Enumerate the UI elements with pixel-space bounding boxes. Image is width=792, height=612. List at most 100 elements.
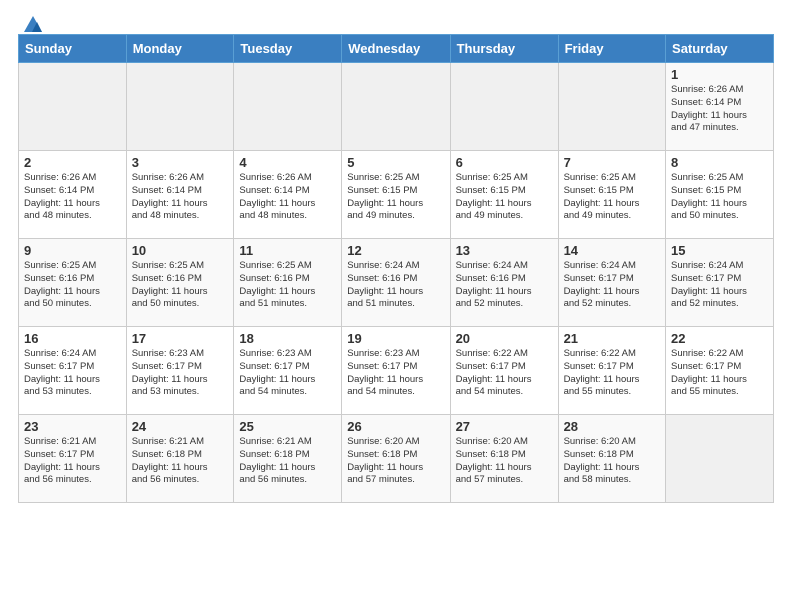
calendar-cell: 21 Sunrise: 6:22 AM Sunset: 6:17 PM Dayli… — [558, 327, 665, 415]
calendar-cell: 3Sunrise: 6:26 AM Sunset: 6:14 PM Daylig… — [126, 151, 234, 239]
day-info: Sunrise: 6:25 AM Sunset: 6:15 PM Dayligh… — [456, 172, 553, 223]
day-number: 15 — [671, 243, 768, 258]
calendar-cell: 8Sunrise: 6:25 AM Sunset: 6:15 PM Daylig… — [666, 151, 774, 239]
calendar-week-2: 9 Sunrise: 6:25 AM Sunset: 6:16 PM Daylig… — [19, 239, 774, 327]
day-info: Sunrise: 6:25 AM Sunset: 6:16 PM Dayligh… — [132, 260, 229, 311]
calendar-cell: 4 Sunrise: 6:26 AM Sunset: 6:14 PM Daylig… — [234, 151, 342, 239]
day-info: Sunrise: 6:25 AM Sunset: 6:16 PM Dayligh… — [24, 260, 121, 311]
calendar-cell — [666, 415, 774, 503]
day-info: Sunrise: 6:24 AM Sunset: 6:17 PM Dayligh… — [24, 348, 121, 399]
day-number: 3 — [132, 155, 229, 170]
day-info: Sunrise: 6:21 AM Sunset: 6:18 PM Dayligh… — [132, 436, 229, 487]
calendar-cell: 6 Sunrise: 6:25 AM Sunset: 6:15 PM Daylig… — [450, 151, 558, 239]
day-info: Sunrise: 6:25 AM Sunset: 6:15 PM Dayligh… — [671, 172, 768, 223]
day-number: 24 — [132, 419, 229, 434]
day-info: Sunrise: 6:23 AM Sunset: 6:17 PM Dayligh… — [239, 348, 336, 399]
calendar-cell: 23 Sunrise: 6:21 AM Sunset: 6:17 PM Dayli… — [19, 415, 127, 503]
calendar-cell — [126, 63, 234, 151]
day-info: Sunrise: 6:26 AM Sunset: 6:14 PM Dayligh… — [239, 172, 336, 223]
day-number: 16 — [24, 331, 121, 346]
calendar-cell — [19, 63, 127, 151]
day-number: 18 — [239, 331, 336, 346]
calendar-cell: 20 Sunrise: 6:22 AM Sunset: 6:17 PM Dayli… — [450, 327, 558, 415]
day-number: 4 — [239, 155, 336, 170]
day-info: Sunrise: 6:20 AM Sunset: 6:18 PM Dayligh… — [456, 436, 553, 487]
header — [0, 0, 792, 34]
day-info: Sunrise: 6:24 AM Sunset: 6:17 PM Dayligh… — [564, 260, 660, 311]
day-number: 9 — [24, 243, 121, 258]
day-number: 1 — [671, 67, 768, 82]
weekday-header-monday: Monday — [126, 35, 234, 63]
day-info: Sunrise: 6:22 AM Sunset: 6:17 PM Dayligh… — [564, 348, 660, 399]
day-info: Sunrise: 6:21 AM Sunset: 6:18 PM Dayligh… — [239, 436, 336, 487]
day-number: 14 — [564, 243, 660, 258]
calendar-cell: 10 Sunrise: 6:25 AM Sunset: 6:16 PM Dayli… — [126, 239, 234, 327]
calendar-cell: 28 Sunrise: 6:20 AM Sunset: 6:18 PM Dayli… — [558, 415, 665, 503]
day-info: Sunrise: 6:24 AM Sunset: 6:16 PM Dayligh… — [456, 260, 553, 311]
calendar-body: 1 Sunrise: 6:26 AM Sunset: 6:14 PM Daylig… — [19, 63, 774, 503]
calendar-cell: 15 Sunrise: 6:24 AM Sunset: 6:17 PM Dayli… — [666, 239, 774, 327]
day-info: Sunrise: 6:21 AM Sunset: 6:17 PM Dayligh… — [24, 436, 121, 487]
calendar-cell: 22 Sunrise: 6:22 AM Sunset: 6:17 PM Dayli… — [666, 327, 774, 415]
calendar-cell — [450, 63, 558, 151]
calendar-cell: 24 Sunrise: 6:21 AM Sunset: 6:18 PM Dayli… — [126, 415, 234, 503]
day-number: 28 — [564, 419, 660, 434]
day-info: Sunrise: 6:22 AM Sunset: 6:17 PM Dayligh… — [456, 348, 553, 399]
day-number: 23 — [24, 419, 121, 434]
day-number: 13 — [456, 243, 553, 258]
calendar-week-4: 23 Sunrise: 6:21 AM Sunset: 6:17 PM Dayli… — [19, 415, 774, 503]
calendar-cell — [342, 63, 450, 151]
day-info: Sunrise: 6:20 AM Sunset: 6:18 PM Dayligh… — [564, 436, 660, 487]
calendar-cell: 1 Sunrise: 6:26 AM Sunset: 6:14 PM Daylig… — [666, 63, 774, 151]
calendar-cell — [234, 63, 342, 151]
day-info: Sunrise: 6:23 AM Sunset: 6:17 PM Dayligh… — [132, 348, 229, 399]
calendar-cell: 11 Sunrise: 6:25 AM Sunset: 6:16 PM Dayli… — [234, 239, 342, 327]
weekday-header-tuesday: Tuesday — [234, 35, 342, 63]
day-number: 20 — [456, 331, 553, 346]
day-number: 2 — [24, 155, 121, 170]
day-info: Sunrise: 6:26 AM Sunset: 6:14 PM Dayligh… — [671, 84, 768, 135]
calendar-cell: 25Sunrise: 6:21 AM Sunset: 6:18 PM Dayli… — [234, 415, 342, 503]
logo-icon — [22, 14, 44, 36]
day-number: 27 — [456, 419, 553, 434]
day-number: 21 — [564, 331, 660, 346]
weekday-header-friday: Friday — [558, 35, 665, 63]
calendar-cell: 18 Sunrise: 6:23 AM Sunset: 6:17 PM Dayli… — [234, 327, 342, 415]
calendar-week-0: 1 Sunrise: 6:26 AM Sunset: 6:14 PM Daylig… — [19, 63, 774, 151]
calendar-cell: 17Sunrise: 6:23 AM Sunset: 6:17 PM Dayli… — [126, 327, 234, 415]
calendar-cell: 12 Sunrise: 6:24 AM Sunset: 6:16 PM Dayli… — [342, 239, 450, 327]
day-number: 10 — [132, 243, 229, 258]
calendar-cell: 16 Sunrise: 6:24 AM Sunset: 6:17 PM Dayli… — [19, 327, 127, 415]
page: SundayMondayTuesdayWednesdayThursdayFrid… — [0, 0, 792, 612]
calendar-cell — [558, 63, 665, 151]
day-number: 7 — [564, 155, 660, 170]
day-number: 26 — [347, 419, 444, 434]
day-info: Sunrise: 6:25 AM Sunset: 6:15 PM Dayligh… — [564, 172, 660, 223]
day-info: Sunrise: 6:24 AM Sunset: 6:16 PM Dayligh… — [347, 260, 444, 311]
calendar-cell: 9 Sunrise: 6:25 AM Sunset: 6:16 PM Daylig… — [19, 239, 127, 327]
calendar-cell: 26 Sunrise: 6:20 AM Sunset: 6:18 PM Dayli… — [342, 415, 450, 503]
day-info: Sunrise: 6:20 AM Sunset: 6:18 PM Dayligh… — [347, 436, 444, 487]
day-info: Sunrise: 6:24 AM Sunset: 6:17 PM Dayligh… — [671, 260, 768, 311]
calendar-week-3: 16 Sunrise: 6:24 AM Sunset: 6:17 PM Dayli… — [19, 327, 774, 415]
calendar-table: SundayMondayTuesdayWednesdayThursdayFrid… — [18, 34, 774, 503]
calendar-cell: 27 Sunrise: 6:20 AM Sunset: 6:18 PM Dayli… — [450, 415, 558, 503]
day-number: 12 — [347, 243, 444, 258]
weekday-header-wednesday: Wednesday — [342, 35, 450, 63]
day-number: 6 — [456, 155, 553, 170]
calendar-cell: 14 Sunrise: 6:24 AM Sunset: 6:17 PM Dayli… — [558, 239, 665, 327]
weekday-header-sunday: Sunday — [19, 35, 127, 63]
day-number: 11 — [239, 243, 336, 258]
day-number: 19 — [347, 331, 444, 346]
day-info: Sunrise: 6:22 AM Sunset: 6:17 PM Dayligh… — [671, 348, 768, 399]
day-info: Sunrise: 6:25 AM Sunset: 6:15 PM Dayligh… — [347, 172, 444, 223]
calendar-cell: 5 Sunrise: 6:25 AM Sunset: 6:15 PM Daylig… — [342, 151, 450, 239]
day-info: Sunrise: 6:25 AM Sunset: 6:16 PM Dayligh… — [239, 260, 336, 311]
day-number: 22 — [671, 331, 768, 346]
weekday-header-row: SundayMondayTuesdayWednesdayThursdayFrid… — [19, 35, 774, 63]
calendar-cell: 7 Sunrise: 6:25 AM Sunset: 6:15 PM Daylig… — [558, 151, 665, 239]
day-info: Sunrise: 6:26 AM Sunset: 6:14 PM Dayligh… — [24, 172, 121, 223]
calendar-week-1: 2 Sunrise: 6:26 AM Sunset: 6:14 PM Daylig… — [19, 151, 774, 239]
day-info: Sunrise: 6:23 AM Sunset: 6:17 PM Dayligh… — [347, 348, 444, 399]
day-number: 5 — [347, 155, 444, 170]
